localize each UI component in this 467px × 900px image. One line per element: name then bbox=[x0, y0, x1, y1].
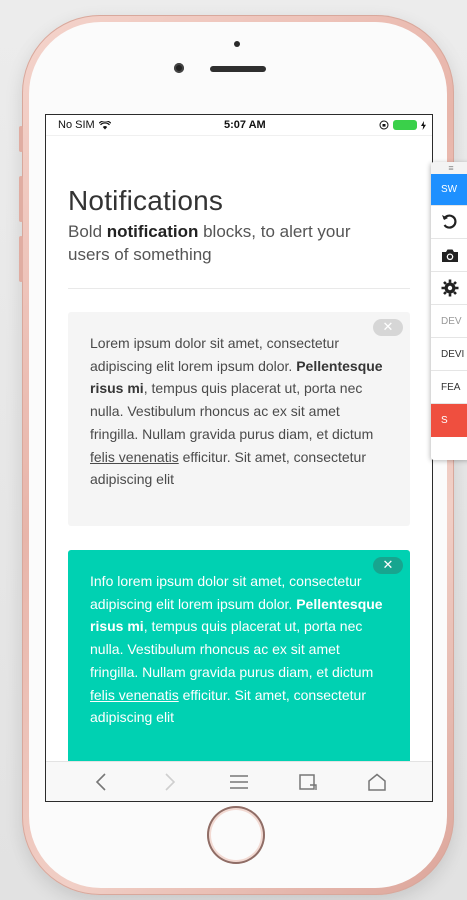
notification-link[interactable]: felis venenatis bbox=[90, 449, 179, 465]
charging-icon bbox=[421, 120, 426, 130]
browser-toolbar bbox=[46, 761, 432, 801]
dev-tab[interactable]: DEV bbox=[431, 305, 467, 338]
volume-down-button bbox=[19, 236, 23, 282]
phone-screen: No SIM 5:07 AM Notifications Bold notifi… bbox=[45, 114, 433, 802]
proximity-sensor bbox=[234, 41, 240, 47]
volume-up-button bbox=[19, 176, 23, 222]
tabs-icon[interactable] bbox=[295, 769, 321, 795]
notification-link[interactable]: felis venenatis bbox=[90, 687, 179, 703]
status-right bbox=[379, 120, 426, 130]
page-title: Notifications bbox=[68, 185, 224, 216]
device-side-panel: ≡ SW DEV DEVI FEA S bbox=[431, 162, 467, 460]
status-time: 5:07 AM bbox=[223, 119, 266, 131]
front-camera bbox=[174, 63, 184, 73]
close-icon: ✕ bbox=[382, 319, 394, 335]
earpiece-speaker bbox=[210, 66, 266, 72]
page-subtitle: Bold notification blocks, to alert your … bbox=[68, 220, 388, 266]
features-tab[interactable]: FEA bbox=[431, 371, 467, 404]
close-icon: ✕ bbox=[382, 557, 394, 573]
status-left: No SIM bbox=[58, 119, 111, 131]
forward-icon[interactable] bbox=[157, 769, 183, 795]
wifi-icon bbox=[98, 120, 111, 129]
stop-button[interactable]: S bbox=[431, 404, 467, 437]
delete-button[interactable]: ✕ bbox=[373, 319, 403, 336]
device-tab[interactable]: DEVI bbox=[431, 338, 467, 371]
notification-default: ✕ Lorem ipsum dolor sit amet, consectetu… bbox=[68, 312, 410, 526]
orientation-lock-icon bbox=[379, 120, 389, 130]
notification-info: ✕ Info lorem ipsum dolor sit amet, conse… bbox=[68, 550, 410, 761]
device-mockup-stage: No SIM 5:07 AM Notifications Bold notifi… bbox=[0, 0, 467, 900]
home-button[interactable] bbox=[207, 806, 265, 864]
subtitle-bold: notification bbox=[106, 222, 199, 241]
gear-icon bbox=[441, 279, 459, 297]
carrier-label: No SIM bbox=[58, 119, 95, 131]
menu-icon[interactable] bbox=[226, 769, 252, 795]
rotate-icon bbox=[442, 214, 457, 229]
panel-drag-handle[interactable]: ≡ bbox=[431, 162, 467, 174]
home-icon[interactable] bbox=[364, 769, 390, 795]
status-bar: No SIM 5:07 AM bbox=[46, 115, 432, 136]
settings-button[interactable] bbox=[431, 272, 467, 305]
camera-icon bbox=[442, 249, 458, 262]
section-divider bbox=[68, 288, 410, 289]
battery-icon bbox=[394, 121, 416, 129]
page-content: Notifications Bold notification blocks, … bbox=[46, 136, 432, 761]
subtitle-pre: Bold bbox=[68, 222, 107, 241]
rotate-button[interactable] bbox=[431, 206, 467, 239]
back-icon[interactable] bbox=[88, 769, 114, 795]
switch-device-button[interactable]: SW bbox=[431, 174, 467, 206]
delete-button[interactable]: ✕ bbox=[373, 557, 403, 574]
screenshot-button[interactable] bbox=[431, 239, 467, 272]
mute-switch bbox=[19, 126, 23, 152]
